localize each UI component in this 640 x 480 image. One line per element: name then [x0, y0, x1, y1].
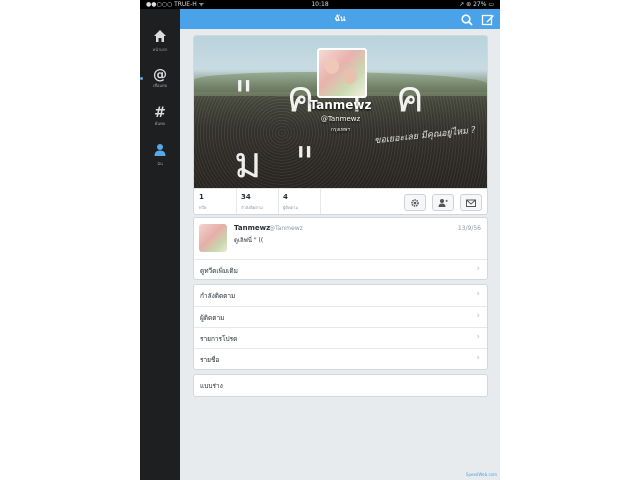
- unread-dot: [140, 77, 143, 80]
- profile-card: " ค ำ ค ม " ขอเยอะเลย มีคุณอยู่ไหม ? Tan…: [193, 35, 488, 215]
- search-icon[interactable]: [460, 12, 474, 26]
- sidebar-item-discover[interactable]: # ค้นพบ: [140, 101, 180, 137]
- chevron-right-icon: ›: [476, 311, 480, 321]
- stat-label: ทวีต: [199, 205, 207, 210]
- stat-label: กำลังติดตาม: [241, 205, 263, 210]
- sidebar-item-home[interactable]: หน้าแรก: [140, 25, 180, 61]
- more-tweets-label: ดูทวีตเพิ่มเติม: [200, 267, 238, 275]
- favorites-label: รายการโปรด: [200, 335, 238, 343]
- watermark-text: SpeedWeb.com: [465, 472, 497, 477]
- tweet-text: ดูเลิฟนี่ " ((: [234, 237, 264, 244]
- followers-label: ผู้ติดตาม: [200, 314, 225, 322]
- profile-name: Tanmewz: [309, 98, 372, 112]
- envelope-icon: [466, 199, 476, 207]
- chevron-right-icon: ›: [476, 332, 480, 342]
- at-icon: @: [153, 67, 167, 83]
- battery-indicator: ↗ ⊛ 27% ▭: [459, 1, 494, 8]
- avatar-face: [343, 68, 357, 84]
- lists-label: รายชื่อ: [200, 356, 220, 364]
- lists-link[interactable]: รายชื่อ ›: [194, 348, 487, 369]
- settings-button[interactable]: [404, 194, 426, 211]
- people-button[interactable]: [432, 194, 454, 211]
- gear-icon: [411, 199, 419, 207]
- tweet-date: 13/9/56: [457, 225, 481, 232]
- followers-link[interactable]: ผู้ติดตาม ›: [194, 306, 487, 327]
- clock: 10:18: [311, 1, 329, 8]
- drafts-card: แบบร่าง: [193, 374, 488, 397]
- profile-location: กรุงเทพฯ: [330, 127, 351, 133]
- chevron-right-icon: ›: [476, 264, 480, 274]
- stat-number: 34: [241, 193, 251, 201]
- status-bar: ●●○○○ TRUE-H ᯤ 10:18 ↗ ⊛ 27% ▭: [140, 0, 500, 9]
- sidebar-item-label: เชื่อมต่อ: [152, 83, 168, 88]
- sidebar-item-me[interactable]: ฉัน: [140, 139, 180, 175]
- sidebar-item-label: ค้นพบ: [154, 121, 166, 126]
- tweet-avatar[interactable]: [199, 224, 227, 252]
- sidebar: หน้าแรก @ เชื่อมต่อ # ค้นพบ ฉัน: [140, 9, 180, 480]
- stat-followers[interactable]: 4 ผู้ติดตาม: [278, 189, 321, 214]
- tweet-item[interactable]: Tanmewz @Tanmewz 13/9/56 ดูเลิฟนี่ " ((: [194, 218, 487, 258]
- drafts-link[interactable]: แบบร่าง: [194, 375, 487, 395]
- following-link[interactable]: กำลังติดตาม ›: [194, 285, 487, 305]
- stat-following[interactable]: 34 กำลังติดตาม: [236, 189, 279, 214]
- compose-icon[interactable]: [481, 12, 495, 26]
- person-icon: [140, 143, 180, 161]
- favorites-link[interactable]: รายการโปรด ›: [194, 327, 487, 348]
- stat-number: 4: [283, 193, 288, 201]
- stat-number: 1: [199, 193, 204, 201]
- tweet-author-name: Tanmewz: [234, 224, 271, 232]
- profile-banner: " ค ำ ค ม " ขอเยอะเลย มีคุณอยู่ไหม ? Tan…: [194, 36, 487, 188]
- message-button[interactable]: [460, 194, 482, 211]
- people-icon: [438, 199, 448, 207]
- hashtag-icon: #: [154, 105, 166, 121]
- home-icon: [140, 29, 180, 47]
- stats-row: 1 ทวีต 34 กำลังติดตาม 4 ผู้ติดตาม: [194, 188, 487, 214]
- profile-avatar[interactable]: [317, 48, 367, 98]
- chevron-right-icon: ›: [476, 353, 480, 363]
- profile-handle: @Tanmewz: [320, 115, 361, 123]
- links-card: กำลังติดตาม › ผู้ติดตาม › รายการโปรด › ร…: [193, 284, 488, 370]
- sidebar-item-label: หน้าแรก: [152, 47, 168, 52]
- sidebar-item-label: ฉัน: [157, 161, 163, 166]
- stat-label: ผู้ติดตาม: [283, 205, 299, 210]
- device-screen: ●●○○○ TRUE-H ᯤ 10:18 ↗ ⊛ 27% ▭ หน้าแรก @…: [140, 0, 500, 480]
- tweet-card: Tanmewz @Tanmewz 13/9/56 ดูเลิฟนี่ " (( …: [193, 217, 488, 280]
- stat-tweets[interactable]: 1 ทวีต: [194, 189, 237, 214]
- chevron-right-icon: ›: [476, 289, 480, 299]
- main-content: " ค ำ ค ม " ขอเยอะเลย มีคุณอยู่ไหม ? Tan…: [180, 29, 500, 480]
- tweet-author-handle: @Tanmewz: [269, 225, 303, 232]
- more-tweets-link[interactable]: ดูทวีตเพิ่มเติม ›: [194, 259, 487, 279]
- page-title: ฉัน: [334, 14, 346, 23]
- avatar-face: [325, 58, 339, 74]
- following-label: กำลังติดตาม: [200, 292, 236, 300]
- drafts-label: แบบร่าง: [200, 382, 223, 390]
- sidebar-item-connect[interactable]: @ เชื่อมต่อ: [140, 63, 180, 99]
- top-bar: ฉัน: [180, 9, 500, 29]
